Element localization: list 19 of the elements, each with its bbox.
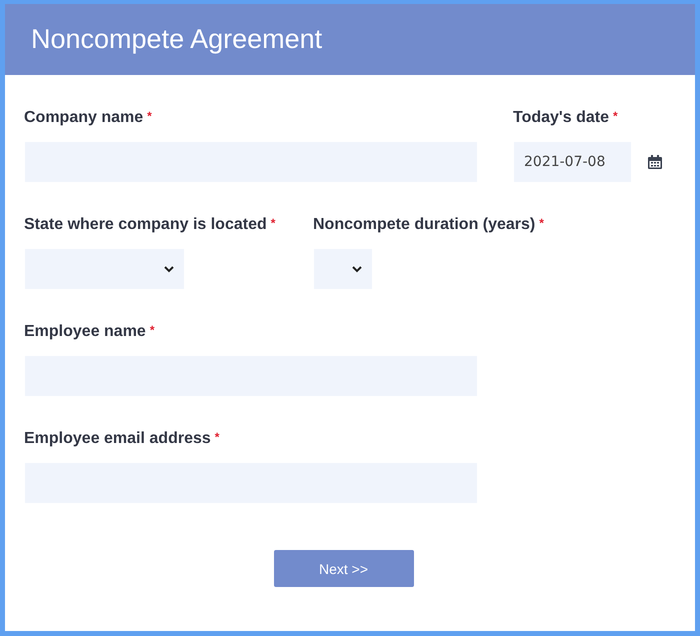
calendar-icon[interactable] (647, 154, 663, 170)
chevron-down-icon (164, 266, 174, 272)
field-label: Today's date (513, 109, 609, 126)
field-label: State where company is located (24, 216, 267, 233)
field-label: Noncompete duration (years) (313, 216, 536, 233)
required-mark: * (147, 109, 152, 123)
field-label: Company name (24, 109, 144, 126)
dropdown[interactable] (25, 249, 184, 289)
dropdown[interactable] (314, 249, 372, 289)
required-mark: * (270, 216, 276, 230)
date-field[interactable]: 2021-07-08 (514, 142, 631, 182)
required-mark: * (612, 109, 618, 123)
required-mark: * (539, 216, 544, 230)
required-mark: * (214, 430, 220, 444)
chevron-down-icon (352, 266, 362, 272)
field-label: Employee name (24, 323, 146, 340)
required-mark: * (150, 323, 154, 337)
form-title: Noncompete Agreement (31, 24, 322, 55)
field-label: Employee email address (24, 430, 211, 447)
